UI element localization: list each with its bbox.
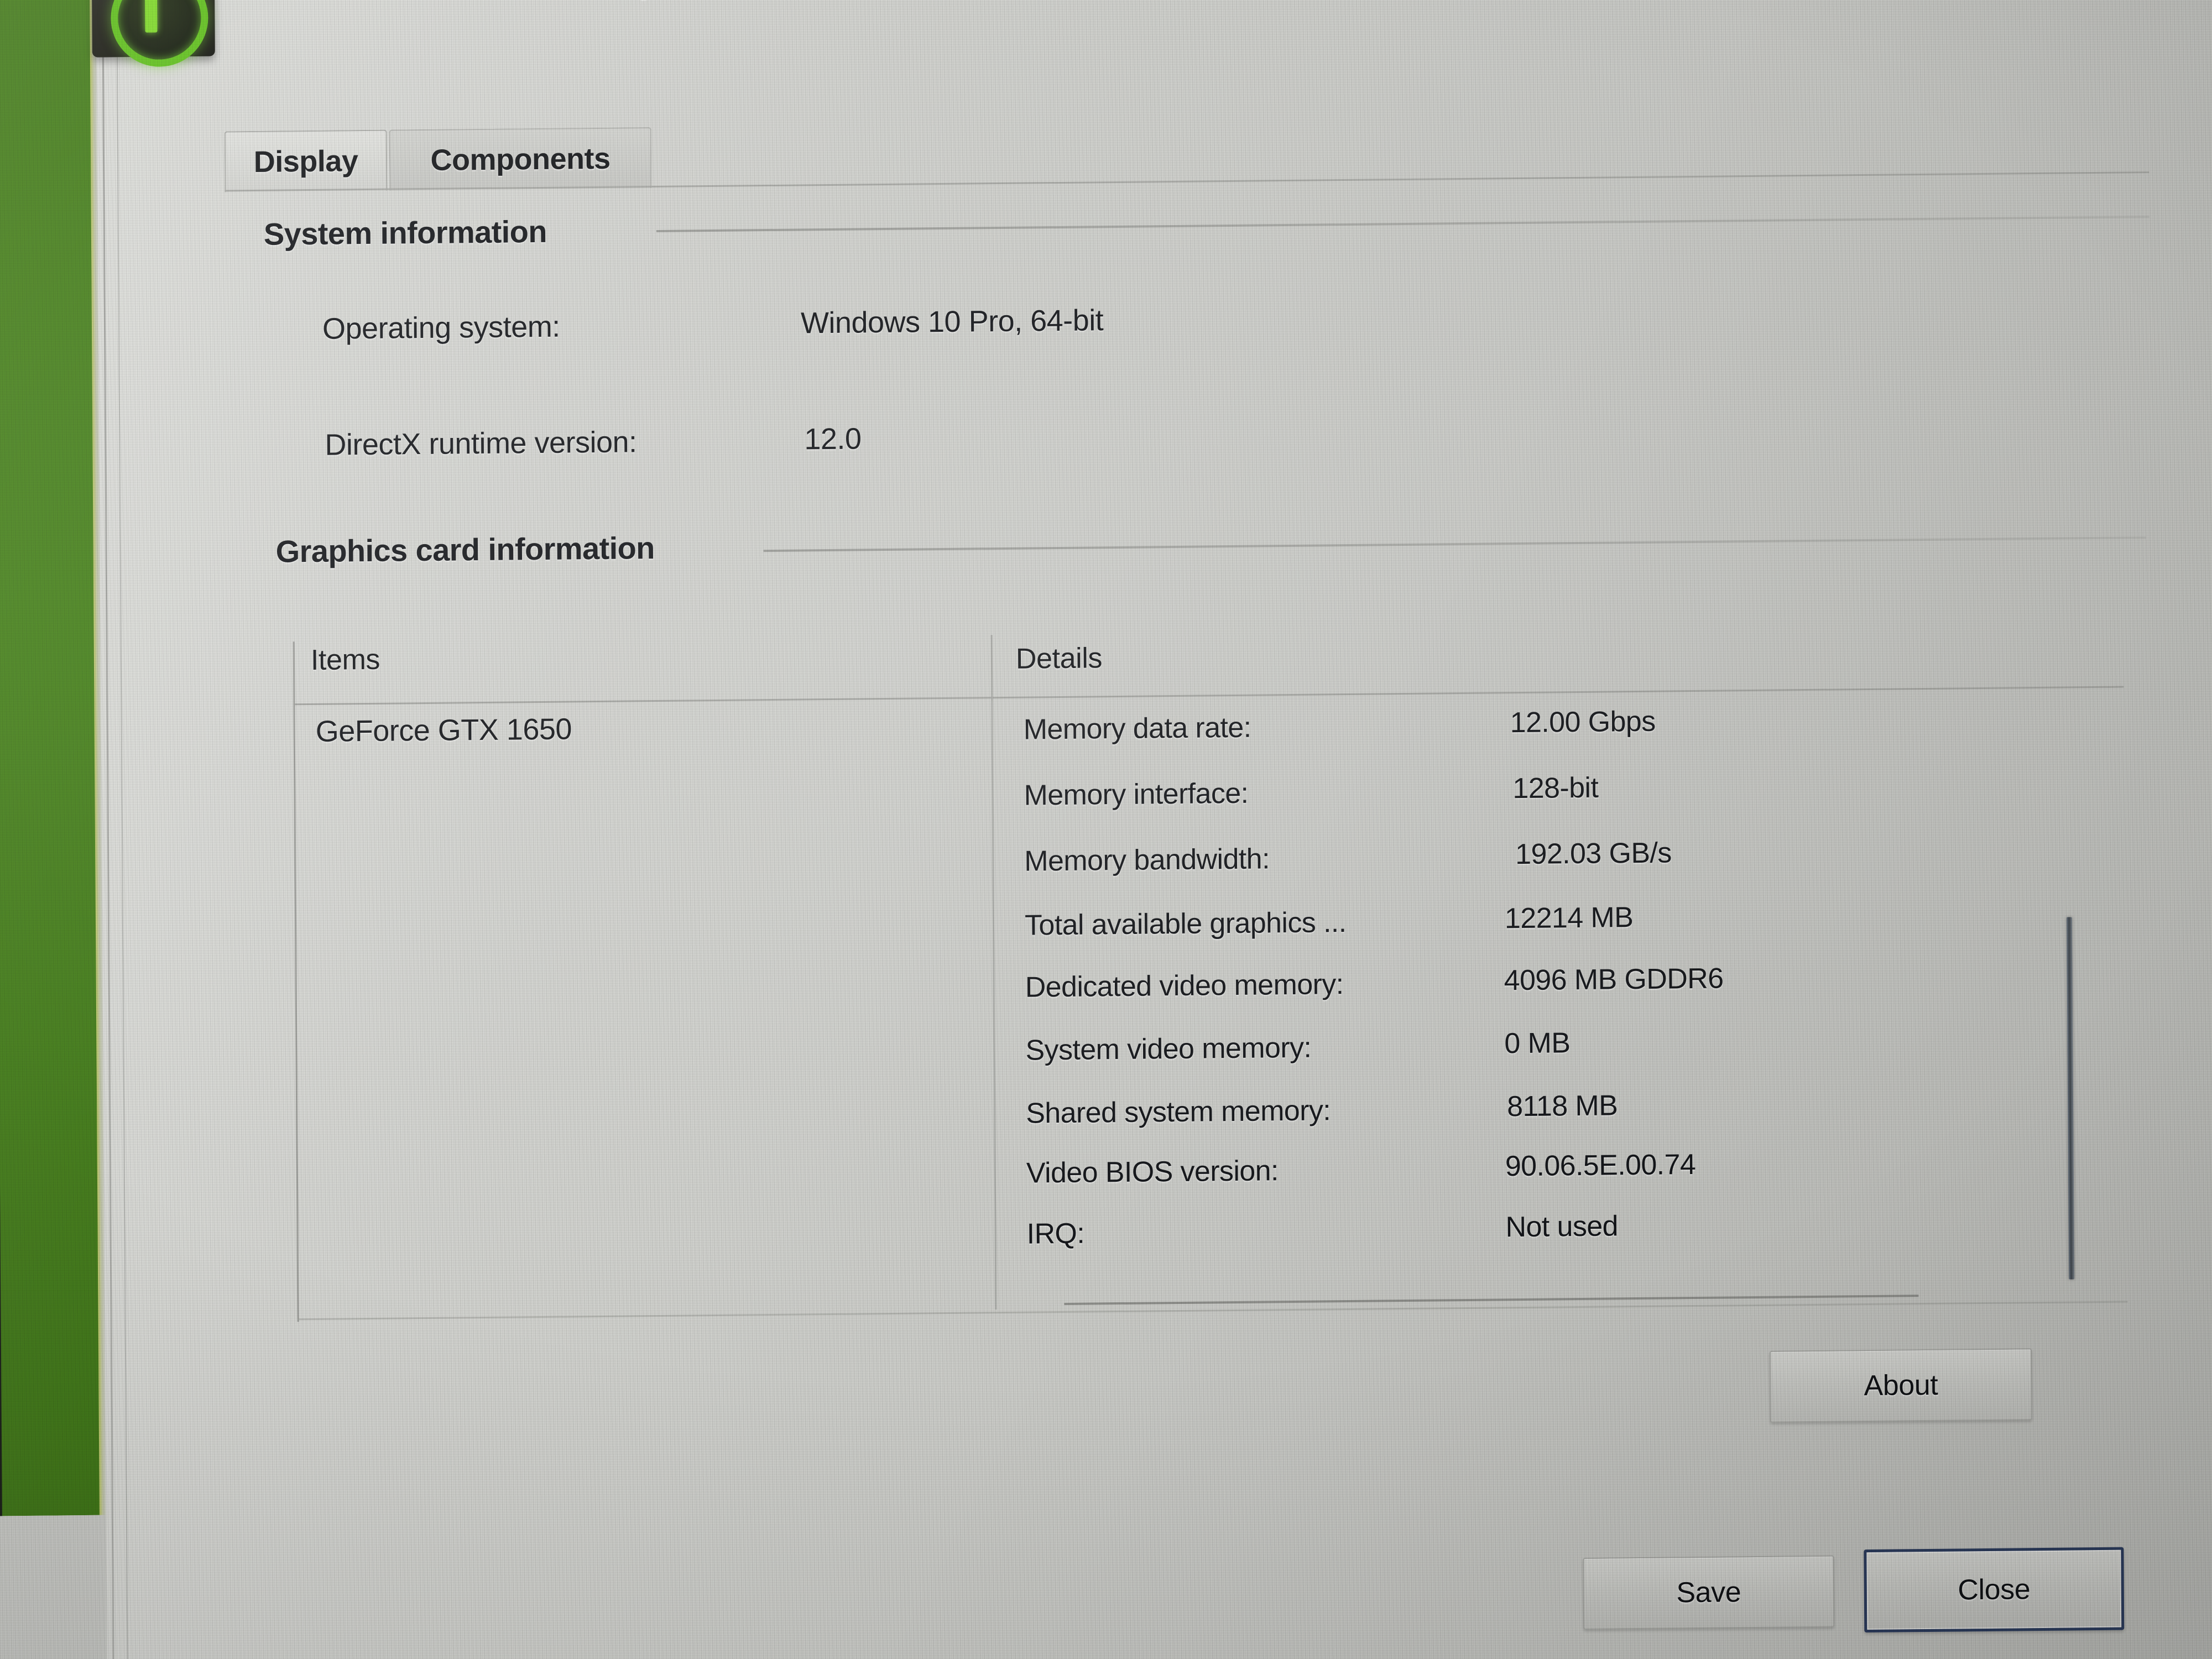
directx-version-value-wrap: 12.0 [804, 421, 862, 456]
close-button[interactable]: Close [1864, 1547, 2125, 1633]
detail-value-shared-system-memory: 8118 MB [1506, 1089, 1618, 1123]
detail-label-memory-bandwidth: Memory bandwidth: [1024, 843, 1270, 878]
operating-system-value-wrap: Windows 10 Pro, 64-bit [801, 303, 1104, 340]
detail-value-video-bios-version: 90.06.5E.00.74 [1505, 1148, 1696, 1183]
info-icon-bar [145, 0, 158, 33]
detail-label-irq: IRQ: [1026, 1217, 1085, 1250]
tab-display[interactable]: Display [224, 129, 388, 192]
graphics-card-information-heading: Graphics card information [275, 530, 655, 569]
header-banner-text: Detailed information about your NVIDIA h… [239, 0, 1430, 4]
list-item-gpu[interactable]: GeForce GTX 1650 [316, 712, 572, 748]
info-icon [91, 0, 215, 67]
dialog-body: Detailed information about your NVIDIA h… [91, 0, 2212, 1659]
operating-system-value: Windows 10 Pro, 64-bit [800, 304, 1104, 340]
detail-label-memory-data-rate: Memory data rate: [1023, 711, 1251, 746]
detail-value-total-available-graphics: 12214 MB [1504, 901, 1634, 935]
detail-value-memory-bandwidth: 192.03 GB/s [1515, 837, 1672, 871]
detail-label-dedicated-video-memory: Dedicated video memory: [1025, 968, 1344, 1004]
detail-value-dedicated-video-memory: 4096 MB GDDR6 [1504, 962, 1724, 997]
detail-label-total-available-graphics: Total available graphics ... [1024, 906, 1347, 942]
save-button[interactable]: Save [1583, 1555, 1835, 1630]
detail-label-video-bios-version: Video BIOS version: [1026, 1155, 1279, 1190]
nvidia-green-sidebar [0, 0, 102, 1521]
row-directx-version: DirectX runtime version: [325, 425, 637, 462]
directx-version-label: DirectX runtime version: [325, 425, 637, 462]
detail-label-system-video-memory: System video memory: [1025, 1031, 1312, 1067]
directx-version-value: 12.0 [804, 422, 862, 456]
detail-value-system-video-memory: 0 MB [1504, 1027, 1571, 1060]
about-button[interactable]: About [1770, 1348, 2032, 1423]
detail-label-memory-interface: Memory interface: [1024, 777, 1249, 812]
monitor-photo: Detailed information about your NVIDIA h… [0, 0, 2212, 1659]
tab-components[interactable]: Components [389, 127, 652, 191]
system-information-heading: System information [263, 213, 547, 252]
detail-value-memory-interface: 128-bit [1512, 771, 1599, 805]
operating-system-label: Operating system: [322, 310, 560, 346]
detail-label-shared-system-memory: Shared system memory: [1026, 1094, 1331, 1130]
nvidia-system-information-dialog: Detailed information about your NVIDIA h… [0, 0, 2212, 1659]
detail-value-memory-data-rate: 12.00 Gbps [1510, 705, 1656, 739]
row-operating-system: Operating system: [322, 310, 560, 346]
detail-value-irq: Not used [1505, 1210, 1619, 1244]
